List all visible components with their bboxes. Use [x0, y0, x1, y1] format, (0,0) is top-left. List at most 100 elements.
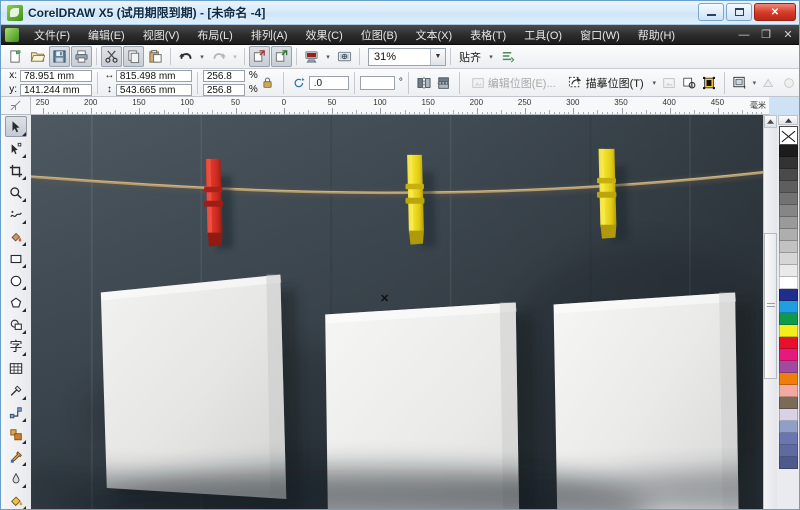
tool-zoom[interactable]: [5, 182, 27, 203]
tool-pick[interactable]: [5, 116, 27, 137]
snap-dropdown-arrow[interactable]: ▾: [486, 46, 496, 67]
color-swatch[interactable]: [778, 289, 798, 301]
color-swatch[interactable]: [778, 193, 798, 205]
color-swatch[interactable]: [778, 229, 798, 241]
color-swatch[interactable]: [778, 373, 798, 385]
trace-dropdown-arrow[interactable]: ▾: [650, 72, 659, 93]
no-fill-swatch[interactable]: [778, 126, 798, 145]
menu-view[interactable]: 视图(V): [134, 25, 189, 45]
flyout-arrow[interactable]: [22, 132, 26, 136]
bitmap-color-mask-button[interactable]: [679, 72, 699, 94]
snap-to-label[interactable]: 贴齐: [455, 49, 485, 65]
application-launcher-button[interactable]: [301, 46, 322, 67]
mirror-horizontal-button[interactable]: [414, 72, 434, 94]
flyout-arrow[interactable]: [22, 396, 26, 400]
flyout-arrow[interactable]: [22, 484, 26, 488]
close-button[interactable]: ✕: [754, 3, 796, 21]
flyout-arrow[interactable]: [22, 220, 26, 224]
rotation-angle-input[interactable]: .0: [308, 75, 350, 90]
tool-rectangle[interactable]: [5, 248, 27, 269]
scroll-thumb[interactable]: [764, 233, 777, 379]
color-swatch[interactable]: [778, 325, 798, 337]
color-swatch[interactable]: [778, 361, 798, 373]
color-swatch[interactable]: [778, 277, 798, 289]
zoom-dropdown-arrow[interactable]: ▼: [430, 48, 445, 65]
tool-basic-shapes[interactable]: [5, 314, 27, 335]
menu-bitmaps[interactable]: 位图(B): [352, 25, 407, 45]
scale-horizontal-input[interactable]: 256.8: [202, 69, 245, 82]
menu-help[interactable]: 帮助(H): [629, 25, 684, 45]
menu-window[interactable]: 窗口(W): [571, 25, 629, 45]
menu-text[interactable]: 文本(X): [406, 25, 461, 45]
height-input[interactable]: 543.665 mm: [115, 83, 192, 96]
paste-button[interactable]: [145, 46, 166, 67]
tool-ellipse[interactable]: [5, 270, 27, 291]
tool-text[interactable]: 字: [5, 336, 27, 357]
open-document-button[interactable]: [27, 46, 48, 67]
color-swatch[interactable]: [778, 457, 798, 469]
tool-polygon[interactable]: [5, 292, 27, 313]
color-swatch[interactable]: [778, 253, 798, 265]
flyout-arrow[interactable]: [22, 506, 26, 509]
tool-connector[interactable]: [5, 402, 27, 423]
palette-scroll-up-button[interactable]: [778, 115, 798, 125]
color-swatch[interactable]: [778, 409, 798, 421]
save-button[interactable]: [49, 46, 70, 67]
tool-smart-fill[interactable]: [5, 226, 27, 247]
flyout-arrow[interactable]: [22, 440, 26, 444]
wrap-dropdown-arrow[interactable]: ▾: [750, 72, 759, 93]
color-swatch[interactable]: [778, 205, 798, 217]
menu-layout[interactable]: 布局(L): [188, 25, 241, 45]
color-swatch[interactable]: [778, 145, 798, 157]
color-swatch[interactable]: [778, 385, 798, 397]
skew-input[interactable]: [359, 75, 395, 90]
tool-eyedropper[interactable]: [5, 446, 27, 467]
color-swatch[interactable]: [778, 181, 798, 193]
doc-close-button[interactable]: ✕: [781, 28, 795, 41]
x-position-input[interactable]: 78.951 mm: [20, 69, 92, 82]
color-swatch[interactable]: [778, 217, 798, 229]
menu-tools[interactable]: 工具(O): [515, 25, 571, 45]
tool-freehand[interactable]: [5, 204, 27, 225]
color-swatch[interactable]: [778, 421, 798, 433]
flyout-arrow[interactable]: [22, 176, 26, 180]
lock-ratio-button[interactable]: [258, 72, 278, 94]
ruler-origin-button[interactable]: [1, 97, 31, 115]
text-wrap-button[interactable]: [730, 72, 750, 94]
bitmap-object[interactable]: [31, 115, 769, 509]
scale-vertical-input[interactable]: 256.8: [202, 83, 245, 96]
color-swatch[interactable]: [778, 397, 798, 409]
menu-arrange[interactable]: 排列(A): [242, 25, 297, 45]
flyout-arrow[interactable]: [22, 462, 26, 466]
export-button[interactable]: [271, 46, 292, 67]
menu-edit[interactable]: 编辑(E): [79, 25, 134, 45]
drawing-canvas[interactable]: ✕: [31, 115, 769, 509]
menu-effects[interactable]: 效果(C): [297, 25, 352, 45]
vertical-scrollbar[interactable]: [763, 115, 777, 509]
color-swatch[interactable]: [778, 313, 798, 325]
copy-button[interactable]: [123, 46, 144, 67]
zoom-level-combobox[interactable]: 31% ▼: [368, 47, 446, 66]
color-swatch[interactable]: [778, 241, 798, 253]
doc-restore-button[interactable]: ❐: [759, 28, 773, 41]
color-swatch[interactable]: [778, 169, 798, 181]
horizontal-ruler[interactable]: 250 200 150 100 50 0 50 100 150 200 250 300 350 400 45…: [31, 97, 769, 115]
tool-table[interactable]: [5, 358, 27, 379]
y-position-input[interactable]: 141.244 mm: [20, 83, 92, 96]
tool-dimension[interactable]: [5, 380, 27, 401]
options-button[interactable]: [497, 46, 518, 67]
tool-outline-pen[interactable]: [5, 468, 27, 489]
tool-crop[interactable]: [5, 160, 27, 181]
tool-shape[interactable]: [5, 138, 27, 159]
flyout-arrow[interactable]: [22, 352, 26, 356]
launcher-dropdown-arrow[interactable]: ▾: [323, 46, 333, 67]
flyout-arrow[interactable]: [22, 154, 26, 158]
menu-table[interactable]: 表格(T): [461, 25, 515, 45]
flyout-arrow[interactable]: [22, 242, 26, 246]
new-document-button[interactable]: [5, 46, 26, 67]
color-swatch[interactable]: [778, 433, 798, 445]
color-swatch[interactable]: [778, 349, 798, 361]
color-swatch[interactable]: [778, 265, 798, 277]
scroll-up-button[interactable]: [764, 115, 777, 128]
trace-bitmap-button[interactable]: 描摹位图(T): [562, 72, 650, 94]
